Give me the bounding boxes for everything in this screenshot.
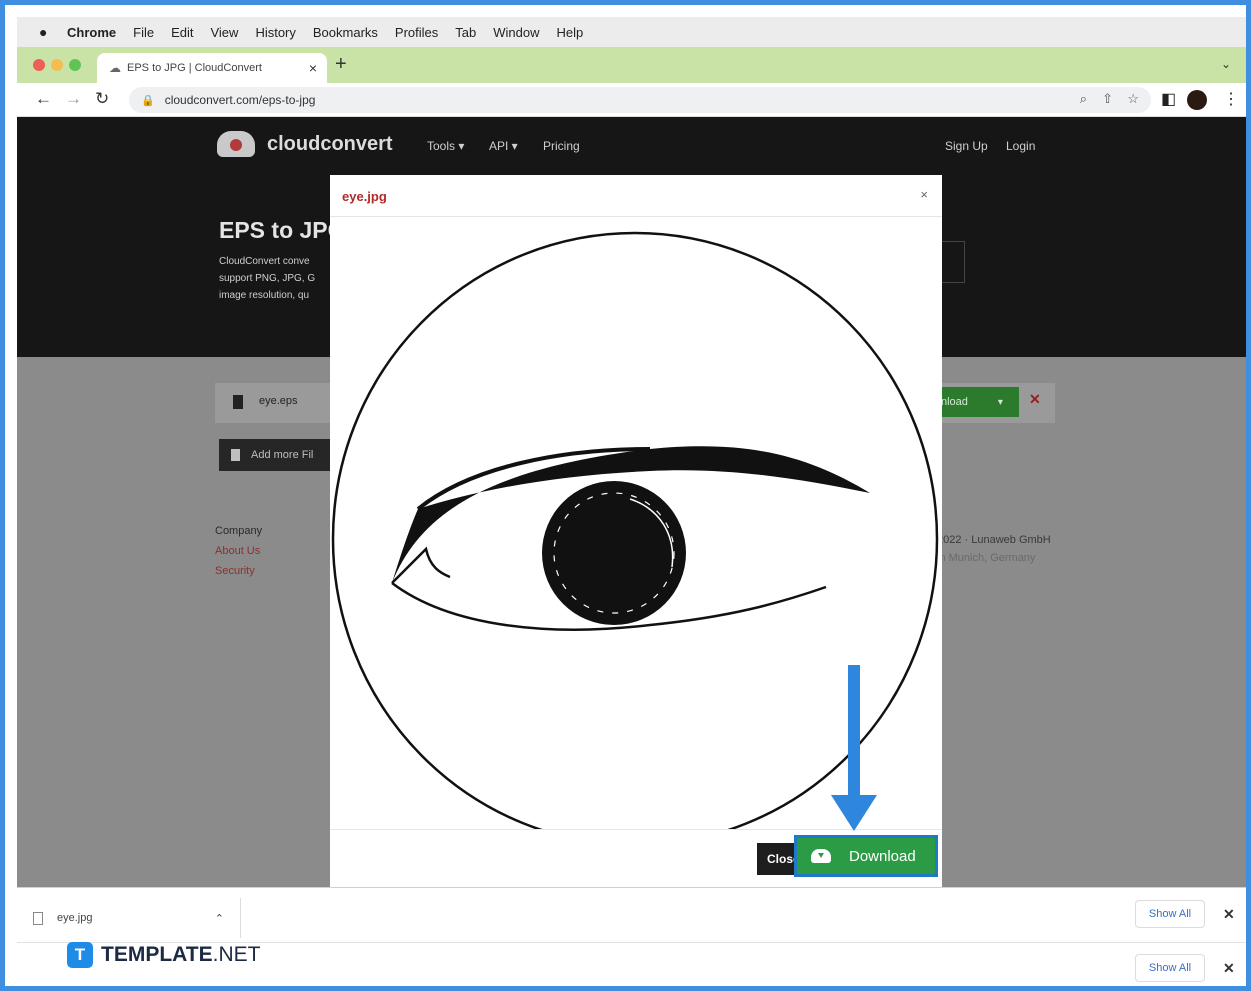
downloaded-file-name: eye.jpg: [57, 912, 93, 924]
downloaded-file-item[interactable]: eye.jpg ⌃: [27, 898, 241, 938]
forward-arrow-icon[interactable]: →: [65, 89, 82, 109]
modal-footer: Close Download: [330, 829, 942, 887]
page-download-button[interactable]: nload ▾: [937, 387, 1019, 417]
menu-edit[interactable]: Edit: [171, 25, 193, 40]
close-window-button[interactable]: [33, 59, 45, 71]
download-button[interactable]: Download: [794, 835, 938, 877]
nav-login[interactable]: Login: [1006, 139, 1035, 153]
downloads-shelf: eye.jpg ⌃ Show All ✕ T TEMPLATE .NET Sho…: [17, 887, 1246, 986]
back-arrow-icon[interactable]: ←: [35, 89, 52, 109]
menu-file[interactable]: File: [133, 25, 154, 40]
macos-menubar: ● Chrome File Edit View History Bookmark…: [17, 17, 1246, 47]
footer-link-security[interactable]: Security: [215, 561, 262, 581]
address-bar[interactable]: 🔒 cloudconvert.com/eps-to-jpg ⌕ ⇧ ☆: [129, 87, 1151, 113]
remove-file-icon[interactable]: ✕: [1029, 391, 1041, 408]
nav-pricing[interactable]: Pricing: [543, 139, 580, 153]
tab-close-icon[interactable]: ×: [309, 60, 317, 76]
cloud-download-icon: [811, 849, 831, 863]
footer-heading: Company: [215, 525, 263, 537]
apple-icon[interactable]: ●: [39, 24, 53, 40]
cloudconvert-page: cloudconvert Tools ▾ API ▾ Pricing Sign …: [17, 117, 1246, 887]
cloud-logo-icon: [217, 131, 255, 157]
add-more-label: Add more Fil: [251, 449, 314, 461]
screenshot-frame: ● Chrome File Edit View History Bookmark…: [0, 0, 1251, 991]
modal-title: eye.jpg: [342, 189, 387, 204]
annotation-arrow-icon: [831, 665, 877, 831]
share-icon[interactable]: ⇧: [1102, 91, 1113, 107]
profile-avatar[interactable]: [1187, 90, 1207, 110]
show-all-button[interactable]: Show All: [1135, 900, 1205, 928]
document-icon: [33, 911, 43, 925]
nav-api[interactable]: API ▾: [489, 139, 518, 153]
hero-title: EPS to JPG: [219, 217, 346, 243]
template-logo-icon: T: [67, 942, 93, 968]
chevron-down-icon[interactable]: ▾: [998, 397, 1003, 408]
file-name: eye.eps: [259, 395, 298, 407]
zoom-search-icon[interactable]: ⌕: [1080, 91, 1087, 107]
hero-desc-line: CloudConvert conve: [219, 256, 310, 267]
template-net-watermark: T TEMPLATE .NET: [67, 942, 260, 968]
tab-title: EPS to JPG | CloudConvert: [127, 62, 262, 74]
location-text: in Munich, Germany: [937, 552, 1036, 564]
menu-tab[interactable]: Tab: [455, 25, 476, 40]
modal-header: eye.jpg ×: [330, 175, 942, 217]
chevron-up-icon[interactable]: ⌃: [215, 912, 224, 925]
hero-desc-line: image resolution, qu: [219, 290, 310, 301]
modal-close-icon[interactable]: ×: [920, 187, 928, 202]
menu-profiles[interactable]: Profiles: [395, 25, 438, 40]
hero-description: CloudConvert conve support PNG, JPG, G i…: [219, 253, 339, 304]
menu-bookmarks[interactable]: Bookmarks: [313, 25, 378, 40]
sidebar-icon[interactable]: ◧: [1161, 89, 1176, 109]
brand-suffix: .NET: [212, 943, 261, 966]
nav-sign-up[interactable]: Sign Up: [945, 139, 988, 153]
shelf-close-icon[interactable]: ✕: [1223, 906, 1235, 923]
brand-name: TEMPLATE: [101, 943, 213, 966]
file-icon: [233, 395, 243, 409]
minimize-window-button[interactable]: [51, 59, 63, 71]
nav-tools[interactable]: Tools ▾: [427, 139, 464, 153]
add-more-files-button[interactable]: Add more Fil: [219, 439, 339, 471]
menu-chrome[interactable]: Chrome: [67, 25, 116, 40]
download-label: Download: [849, 847, 916, 865]
footer-company: Company About Us Security: [215, 521, 262, 581]
copyright-text: 2022 · Lunaweb GmbH: [937, 534, 1051, 546]
footer-link-about[interactable]: About Us: [215, 541, 262, 561]
bookmark-star-icon[interactable]: ☆: [1127, 91, 1139, 107]
new-tab-button[interactable]: +: [335, 53, 347, 76]
url-text: cloudconvert.com/eps-to-jpg: [164, 93, 316, 107]
page-download-label: nload: [941, 396, 968, 408]
menu-window[interactable]: Window: [493, 25, 539, 40]
shelf-close-icon[interactable]: ✕: [1223, 960, 1235, 977]
chrome-menu-icon[interactable]: ⋮: [1223, 89, 1239, 109]
tab-search-chevron-icon[interactable]: ⌄: [1221, 57, 1231, 71]
cloud-favicon-icon: ☁: [109, 61, 121, 75]
file-plus-icon: [231, 449, 240, 461]
menu-history[interactable]: History: [255, 25, 295, 40]
menu-help[interactable]: Help: [557, 25, 584, 40]
hero-desc-line: support PNG, JPG, G: [219, 273, 316, 284]
browser-toolbar: ← → ↻ 🔒 cloudconvert.com/eps-to-jpg ⌕ ⇧ …: [17, 83, 1246, 117]
lock-icon: 🔒: [141, 94, 155, 107]
menu-view[interactable]: View: [210, 25, 238, 40]
footer-copyright: 2022 · Lunaweb GmbH in Munich, Germany: [937, 531, 1051, 567]
tab-strip: ☁ EPS to JPG | CloudConvert × + ⌄: [17, 47, 1246, 83]
show-all-button[interactable]: Show All: [1135, 954, 1205, 982]
browser-tab[interactable]: ☁ EPS to JPG | CloudConvert ×: [97, 53, 327, 83]
zoom-window-button[interactable]: [69, 59, 81, 71]
reload-icon[interactable]: ↻: [95, 89, 109, 109]
logo-text: cloudconvert: [267, 132, 393, 155]
cloudconvert-logo[interactable]: cloudconvert: [217, 131, 393, 157]
